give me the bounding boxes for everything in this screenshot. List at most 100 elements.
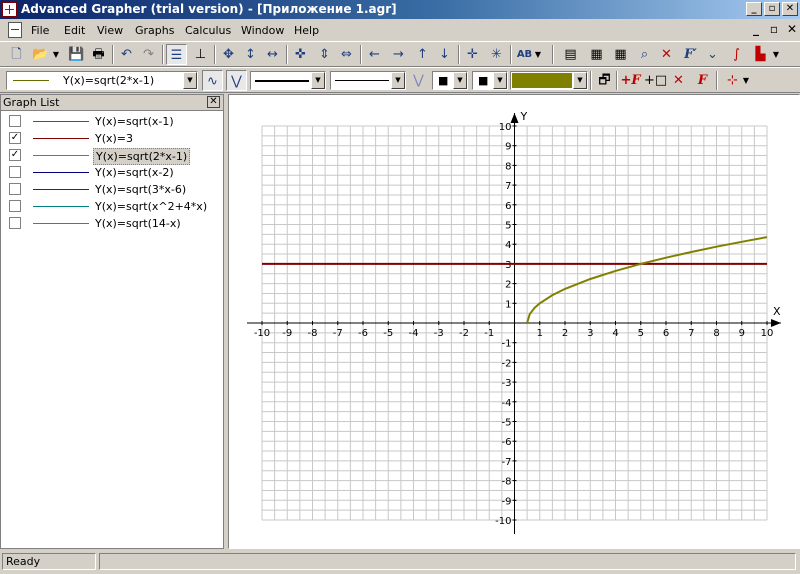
save-icon[interactable]: 💾 xyxy=(66,44,87,65)
line-width-select[interactable]: ▼ xyxy=(330,71,406,90)
graph-visible-checkbox[interactable] xyxy=(9,115,21,127)
fit-icon[interactable]: ✳ xyxy=(486,44,507,65)
move-icon[interactable]: ✥ xyxy=(218,44,239,65)
arrow-up-icon[interactable]: ↑ xyxy=(412,44,433,65)
arrow-right-icon[interactable]: → xyxy=(388,44,409,65)
mdi-restore-button[interactable]: ▫ xyxy=(766,22,782,36)
x-tick-label: 5 xyxy=(638,328,644,339)
y-tick-label: -2 xyxy=(502,358,512,369)
zoom-vertical-icon[interactable]: ⇕ xyxy=(314,44,335,65)
chevron-down-icon[interactable]: ▼ xyxy=(311,72,325,89)
formula-icon[interactable]: F xyxy=(692,70,713,91)
derivative-icon[interactable]: F′ xyxy=(680,44,701,65)
calculator-icon[interactable]: ▦ xyxy=(586,44,607,65)
fill-style-icon[interactable]: ⋁ xyxy=(408,70,429,91)
line-style-select[interactable]: ▼ xyxy=(250,71,326,90)
graph-plot[interactable]: X Y -10 -9 -8 -7 -6 -5 -4 -3 -2 -1 1 2 3 4 5 6 7 8 9 10 -10 -9 -… xyxy=(229,95,799,548)
close-button[interactable]: ✕ xyxy=(782,2,798,16)
minimize-button[interactable]: _ xyxy=(746,2,762,16)
menu-graphs[interactable]: Graphs xyxy=(135,24,174,37)
properties-icon[interactable]: 🗗 xyxy=(594,70,615,91)
new-icon[interactable]: 🗋 xyxy=(6,44,27,65)
graph-list-item[interactable]: Y(x)=sqrt(14-x) xyxy=(1,215,223,232)
graph-visible-checkbox[interactable]: ✓ xyxy=(9,132,21,144)
open-dropdown-icon[interactable]: ▼ xyxy=(50,44,62,65)
document-icon[interactable] xyxy=(8,22,22,38)
chevron-down-icon[interactable]: ▼ xyxy=(453,72,467,89)
tangent-icon[interactable]: ⌄ xyxy=(702,44,723,65)
restore-button[interactable]: ▫ xyxy=(764,2,780,16)
chevron-down-icon[interactable]: ▼ xyxy=(183,72,197,89)
undo-icon[interactable]: ↶ xyxy=(116,44,137,65)
x-tick-label: 9 xyxy=(739,328,745,339)
smooth-line-icon[interactable]: ∿ xyxy=(202,70,223,91)
menu-window[interactable]: Window xyxy=(241,24,284,37)
center-icon[interactable]: ✛ xyxy=(462,44,483,65)
v-line-icon[interactable]: ⋁ xyxy=(226,70,247,91)
arrow-down-icon[interactable]: ↓ xyxy=(434,44,455,65)
plot-area[interactable]: X Y -10 -9 -8 -7 -6 -5 -4 -3 -2 -1 1 2 3 4 5 6 7 8 9 10 -10 -9 -… xyxy=(228,94,800,549)
graph-color-swatch xyxy=(33,189,89,190)
graph-list-item[interactable]: Y(x)=sqrt(x-1) xyxy=(1,113,223,130)
zoom-in-icon[interactable]: ✜ xyxy=(290,44,311,65)
graph-visible-checkbox[interactable] xyxy=(9,183,21,195)
graph-visible-checkbox[interactable] xyxy=(9,166,21,178)
table-icon[interactable]: ▤ xyxy=(560,44,581,65)
graph-select[interactable]: Y(x)=sqrt(2*x-1) ▼ xyxy=(6,71,198,90)
y-tick-label: -5 xyxy=(502,418,512,429)
point-dropdown-icon[interactable]: ▼ xyxy=(740,70,752,91)
menu-file[interactable]: File xyxy=(31,24,49,37)
move-vertical-icon[interactable]: ↕ xyxy=(240,44,261,65)
add-object-icon[interactable]: +□ xyxy=(644,70,667,91)
marker-size-select[interactable]: ■ ▼ xyxy=(472,71,508,90)
graph-list-label: Y(x)=3 xyxy=(95,132,134,145)
graph-select-value: Y(x)=sqrt(2*x-1) xyxy=(63,74,155,87)
chevron-down-icon[interactable]: ▼ xyxy=(573,72,587,89)
mdi-close-button[interactable]: ✕ xyxy=(784,22,800,36)
open-icon[interactable]: 📂 xyxy=(30,44,51,65)
graph-list-item[interactable]: ✓ Y(x)=sqrt(2*x-1) xyxy=(1,147,223,165)
add-graph-icon[interactable]: +F xyxy=(620,70,641,91)
status-bar: Ready xyxy=(0,550,800,574)
mdi-minimize-button[interactable]: _ xyxy=(748,22,764,36)
print-icon[interactable]: 🖶 xyxy=(88,44,109,65)
marker-select[interactable]: ■ ▼ xyxy=(432,71,468,90)
grid-table-icon[interactable]: ▦ xyxy=(610,44,631,65)
redo-icon[interactable]: ↷ xyxy=(138,44,159,65)
x-tick-label: 6 xyxy=(663,328,669,339)
area-dropdown-icon[interactable]: ▼ xyxy=(770,44,782,65)
menu-help[interactable]: Help xyxy=(294,24,319,37)
x-tick-label: -2 xyxy=(459,328,469,339)
y-tick-label: -7 xyxy=(502,457,512,468)
graph-visible-checkbox[interactable] xyxy=(9,217,21,229)
integral-icon[interactable]: ∫ xyxy=(726,44,747,65)
chevron-down-icon[interactable]: ▼ xyxy=(391,72,405,89)
graph-list-item[interactable]: Y(x)=sqrt(3*x-6) xyxy=(1,181,223,198)
menu-edit[interactable]: Edit xyxy=(64,24,85,37)
graph-list-item[interactable]: Y(x)=sqrt(x^2+4*x) xyxy=(1,198,223,215)
chevron-down-icon[interactable]: ▼ xyxy=(493,72,507,89)
move-horizontal-icon[interactable]: ↔ xyxy=(262,44,283,65)
intersection-icon[interactable]: ✕ xyxy=(656,44,677,65)
trace-icon[interactable]: ⌕ xyxy=(634,44,655,65)
label-dropdown-icon[interactable]: ▼ xyxy=(532,44,544,65)
arrow-left-icon[interactable]: ← xyxy=(364,44,385,65)
title-bar: Advanced Grapher (trial version) - [Прил… xyxy=(0,0,800,19)
coordinates-icon[interactable]: ⊥ xyxy=(190,44,211,65)
area-icon[interactable]: ▙ xyxy=(750,44,771,65)
graph-list-item[interactable]: Y(x)=sqrt(x-2) xyxy=(1,164,223,181)
x-tick-label: 4 xyxy=(612,328,618,339)
menu-calculus[interactable]: Calculus xyxy=(185,24,231,37)
graph-visible-checkbox[interactable]: ✓ xyxy=(9,149,21,161)
menu-view[interactable]: View xyxy=(97,24,123,37)
graph-visible-checkbox[interactable] xyxy=(9,200,21,212)
y-tick-label: -4 xyxy=(502,398,512,409)
zoom-horizontal-icon[interactable]: ⇔ xyxy=(336,44,357,65)
color-select[interactable]: ▼ xyxy=(510,71,588,90)
app-icon[interactable] xyxy=(2,2,17,17)
delete-icon[interactable]: ✕ xyxy=(668,70,689,91)
close-icon[interactable]: ✕ xyxy=(207,96,220,108)
graph-list-icon[interactable]: ☰ xyxy=(166,44,187,65)
graph-list-item[interactable]: ✓ Y(x)=3 xyxy=(1,130,223,147)
y-tick-label: 4 xyxy=(505,240,511,251)
